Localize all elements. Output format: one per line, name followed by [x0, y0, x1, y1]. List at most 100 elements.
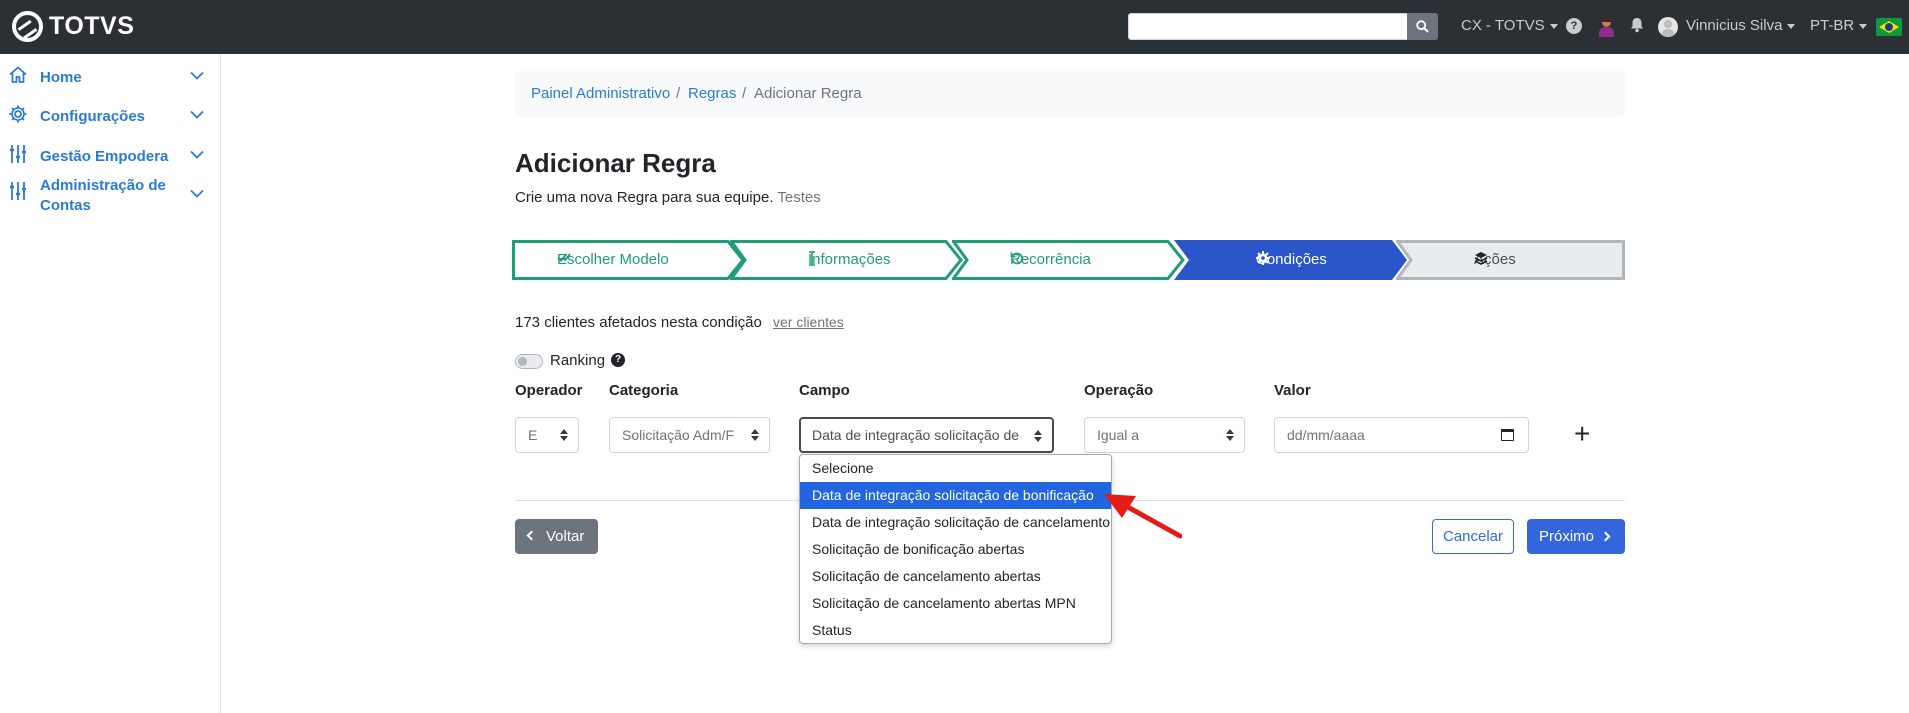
breadcrumb-painel-administrativo[interactable]: Painel Administrativo: [531, 85, 670, 102]
field-select-value: Data de integração solicitação de: [812, 427, 1020, 443]
add-condition-button[interactable]: +: [1574, 420, 1594, 448]
step-condicoes[interactable]: Condições: [1174, 240, 1407, 280]
see-clients-link[interactable]: ver clientes: [773, 314, 844, 330]
chevron-right-icon: [1600, 531, 1611, 542]
next-button[interactable]: Próximo: [1527, 519, 1625, 554]
breadcrumb-regras[interactable]: Regras: [688, 85, 736, 102]
sidebar-item-administracao-de-contas[interactable]: Administração de Contas: [0, 176, 221, 220]
category-select-value: Solicitação Adm/F: [622, 427, 735, 443]
operator-select[interactable]: E: [515, 417, 579, 453]
page-subtitle: Crie uma nova Regra para sua equipe. Tes…: [515, 189, 821, 206]
ranking-help-icon[interactable]: ?: [611, 353, 625, 367]
select-arrows-icon: [1034, 430, 1042, 442]
search-input[interactable]: [1128, 13, 1408, 40]
step-recorrencia[interactable]: Recorrência: [952, 240, 1185, 280]
undo-icon: [1010, 252, 1023, 265]
search-icon: [1416, 20, 1429, 33]
affected-clients-text: 173 clientes afetados nesta condição: [515, 314, 762, 331]
layers-icon: [1474, 252, 1488, 265]
user-menu[interactable]: Vinnicius Silva: [1686, 17, 1796, 34]
back-button[interactable]: Voltar: [515, 519, 598, 554]
breadcrumb-separator: /: [742, 85, 747, 102]
wizard-stepper: Escolher Modelo Informações Recorrência …: [512, 240, 1625, 280]
breadcrumb-separator: /: [676, 85, 681, 102]
breadcrumb-current: Adicionar Regra: [754, 85, 862, 102]
value-label: Valor: [1274, 382, 1311, 399]
dropdown-option-cancelamento-abertas[interactable]: Solicitação de cancelamento abertas: [800, 563, 1111, 590]
user-emoji-icon[interactable]: [1598, 16, 1614, 38]
operation-select[interactable]: Igual a: [1084, 417, 1245, 453]
sidebar-item-label: Configurações: [40, 108, 146, 125]
team-name: Testes: [777, 189, 821, 206]
cancel-button[interactable]: Cancelar: [1432, 519, 1514, 554]
value-date-input[interactable]: dd/mm/aaaa: [1274, 417, 1529, 453]
field-dropdown-list: Selecione Data de integração solicitação…: [799, 454, 1112, 644]
help-icon[interactable]: ?: [1566, 18, 1582, 34]
sidebar: Home Configurações Gestão Empodera Admin…: [0, 54, 221, 713]
category-select[interactable]: Solicitação Adm/F: [609, 417, 770, 453]
sidebar-item-label: Gestão Empodera: [40, 148, 169, 165]
red-arrow-annotation-icon: [1104, 494, 1182, 539]
select-arrows-icon: [751, 429, 759, 441]
dropdown-option-cancelamento-abertas-mpn[interactable]: Solicitação de cancelamento abertas MPN: [800, 590, 1111, 617]
sidebar-item-home[interactable]: Home: [0, 58, 221, 92]
sidebar-item-label-line2: Contas: [40, 197, 91, 214]
chevron-down-icon: [190, 110, 204, 119]
sliders-icon: [10, 182, 26, 200]
totvs-logo[interactable]: TOTVS: [12, 11, 134, 42]
search-button[interactable]: [1407, 13, 1438, 40]
field-label: Campo: [799, 382, 850, 399]
dropdown-option-selecione[interactable]: Selecione: [800, 455, 1111, 482]
dropdown-option-data-integracao-bonificacao[interactable]: Data de integração solicitação de bonifi…: [800, 482, 1111, 509]
next-button-label: Próximo: [1539, 528, 1595, 545]
breadcrumb: Painel Administrativo / Regras / Adicion…: [515, 71, 1625, 117]
chevron-down-icon: [190, 189, 204, 198]
step-escolher-modelo[interactable]: Escolher Modelo: [512, 240, 745, 280]
chevron-down-icon: [190, 71, 204, 80]
calendar-icon[interactable]: [1501, 429, 1514, 441]
sliders-icon: [10, 145, 26, 163]
org-menu-label: CX - TOTVS: [1461, 17, 1545, 34]
brazil-flag-icon[interactable]: [1876, 18, 1902, 36]
back-button-label: Voltar: [546, 528, 585, 545]
field-select[interactable]: Data de integração solicitação de: [799, 417, 1054, 453]
double-check-icon: [557, 253, 571, 262]
gear-icon: [9, 105, 27, 123]
ranking-toggle[interactable]: [515, 354, 543, 369]
page-title: Adicionar Regra: [515, 148, 716, 178]
operation-label: Operação: [1084, 382, 1154, 399]
date-placeholder: dd/mm/aaaa: [1287, 427, 1365, 443]
dropdown-option-data-integracao-cancelamento[interactable]: Data de integração solicitação de cancel…: [800, 509, 1111, 536]
sidebar-item-label-line1: Administração de: [40, 177, 166, 194]
step-acoes[interactable]: Ações: [1396, 240, 1625, 280]
home-icon: [9, 66, 27, 83]
select-arrows-icon: [560, 429, 568, 441]
chevron-left-icon: [526, 530, 537, 541]
sidebar-item-label: Home: [40, 69, 82, 86]
chevron-down-icon: [190, 150, 204, 159]
sidebar-item-gestao-empodera[interactable]: Gestão Empodera: [0, 137, 221, 171]
totvs-logo-icon: [12, 11, 43, 42]
dropdown-option-bonificacao-abertas[interactable]: Solicitação de bonificação abertas: [800, 536, 1111, 563]
language-label: PT-BR: [1810, 17, 1855, 34]
org-menu[interactable]: CX - TOTVS: [1461, 17, 1558, 34]
step-label: Informações: [808, 251, 891, 268]
caret-down-icon: [1549, 23, 1558, 29]
category-label: Categoria: [609, 382, 679, 399]
text-cursor-icon: [809, 251, 815, 266]
user-avatar[interactable]: [1658, 17, 1678, 37]
bell-icon[interactable]: [1630, 17, 1644, 33]
sidebar-item-configuracoes[interactable]: Configurações: [0, 97, 221, 131]
dropdown-option-status[interactable]: Status: [800, 617, 1111, 643]
step-informacoes[interactable]: Informações: [730, 240, 963, 280]
operation-select-value: Igual a: [1097, 427, 1140, 443]
step-label: Escolher Modelo: [557, 251, 669, 268]
operator-label: Operador: [515, 382, 583, 399]
caret-down-icon: [1787, 23, 1796, 29]
gear-icon: [1256, 251, 1270, 265]
language-menu[interactable]: PT-BR: [1810, 17, 1868, 34]
page-subtitle-text: Crie uma nova Regra para sua equipe.: [515, 189, 774, 206]
select-arrows-icon: [1226, 429, 1234, 441]
user-name: Vinnicius Silva: [1686, 17, 1783, 34]
ranking-label: Ranking: [550, 352, 606, 369]
